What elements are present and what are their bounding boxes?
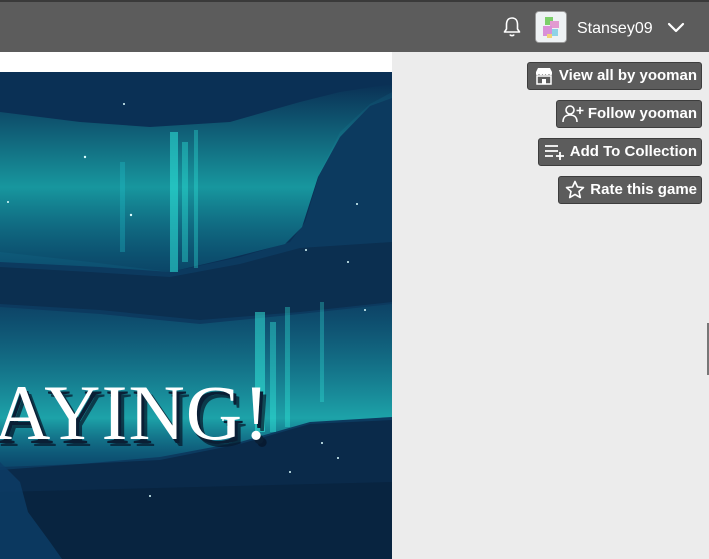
game-actions: View all by yooman Follow yooman Add To …	[526, 62, 702, 204]
rate-label: Rate this game	[590, 181, 697, 198]
playlist-add-icon	[544, 141, 566, 163]
cover-title-text: AYING!	[0, 369, 271, 456]
follow-author-button[interactable]: Follow yooman	[555, 100, 702, 128]
game-cover-image: AYING!	[0, 72, 392, 559]
add-to-collection-button[interactable]: Add To Collection	[537, 138, 702, 166]
view-all-by-author-button[interactable]: View all by yooman	[526, 62, 702, 90]
user-avatar[interactable]	[535, 11, 567, 43]
follow-label: Follow yooman	[587, 105, 697, 122]
account-menu-toggle[interactable]	[664, 16, 688, 40]
add-to-collection-label: Add To Collection	[569, 143, 697, 160]
user-plus-icon	[562, 103, 584, 125]
notifications-button[interactable]	[500, 14, 524, 40]
cover-top-margin	[0, 52, 392, 72]
rate-game-button[interactable]: Rate this game	[558, 176, 702, 204]
star-outline-icon	[564, 179, 586, 201]
view-all-label: View all by yooman	[558, 67, 697, 84]
chevron-down-icon	[667, 22, 685, 33]
top-bar: Stansey09	[0, 0, 709, 52]
itchio-store-icon	[533, 65, 555, 87]
bell-icon	[503, 17, 521, 37]
username-label[interactable]: Stansey09	[577, 19, 653, 39]
